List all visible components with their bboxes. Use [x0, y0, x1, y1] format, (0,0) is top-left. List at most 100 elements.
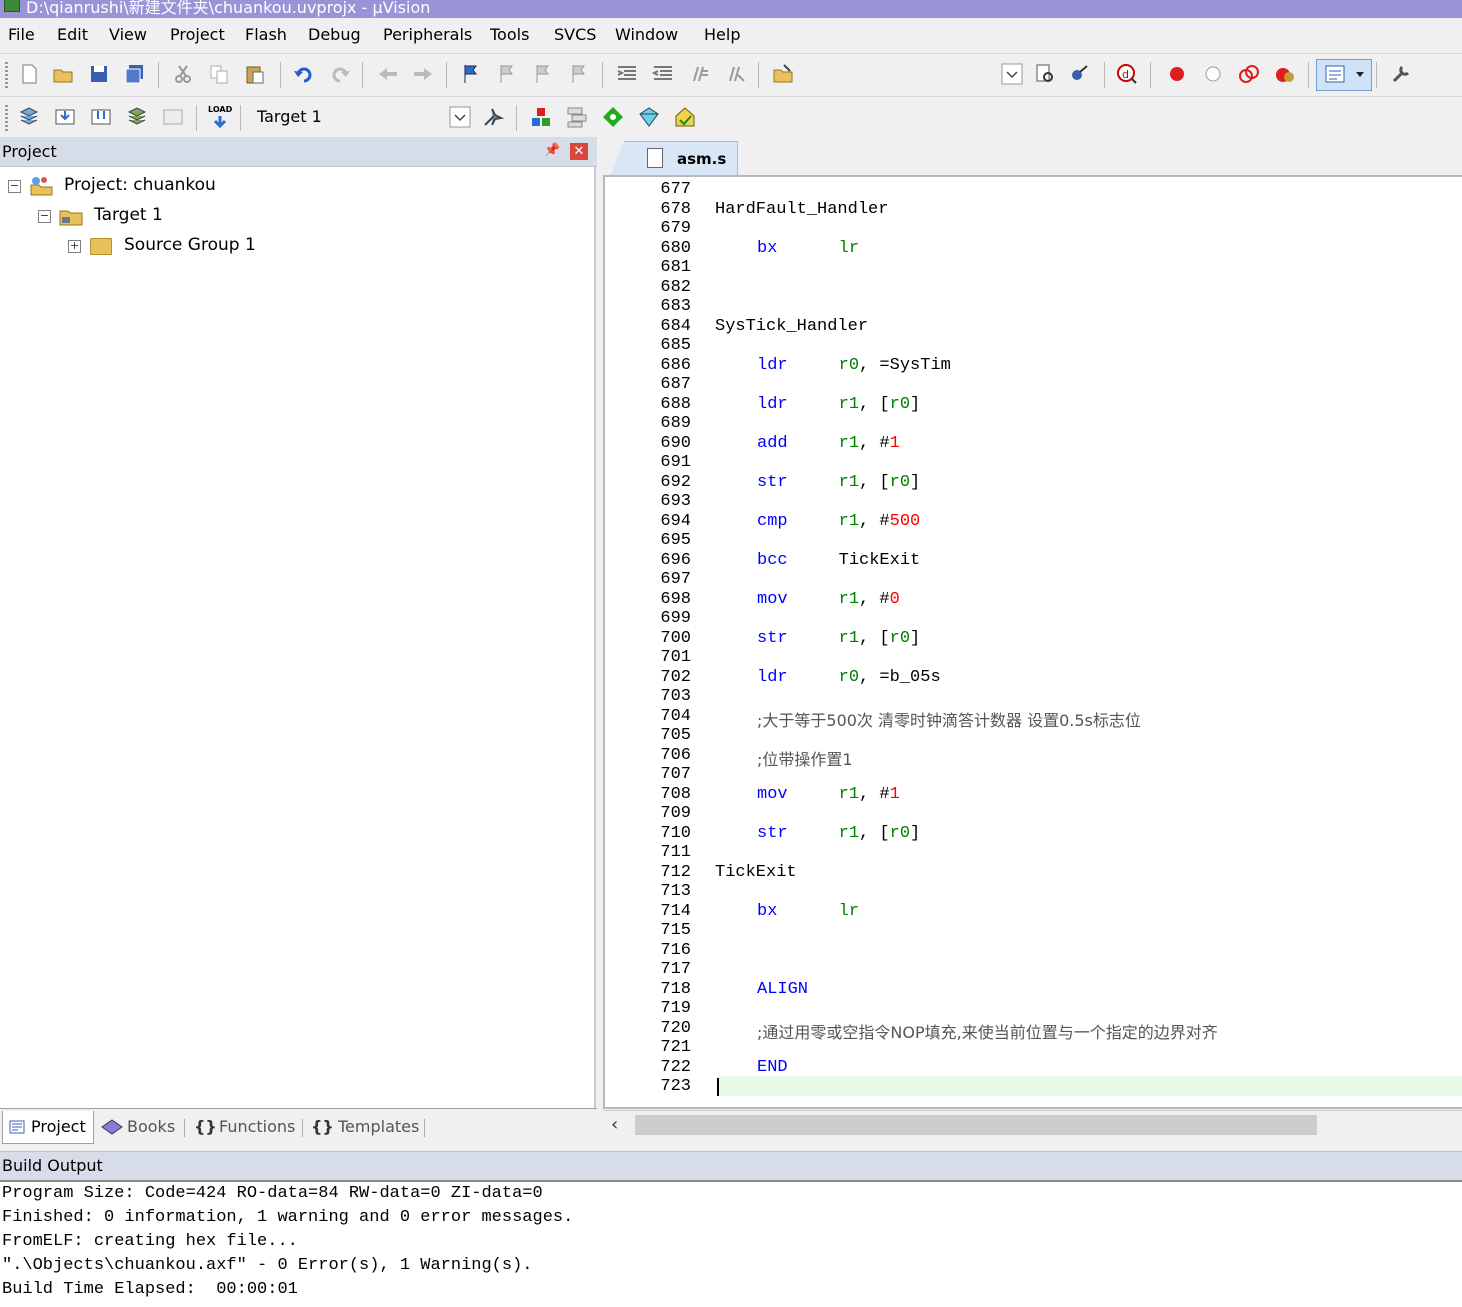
- code-editor[interactable]: 677 678 HardFault_Handler 679 680 bx lr 681 682…: [603, 175, 1462, 1109]
- scrollbar-thumb[interactable]: [635, 1115, 1317, 1135]
- functions-icon[interactable]: {}: [194, 1117, 217, 1136]
- code-line: 698 mov r1, #0: [605, 590, 1462, 610]
- code-token: r1: [787, 823, 860, 843]
- collapse-toggle-icon[interactable]: −: [38, 210, 51, 223]
- pack-installer-icon[interactable]: [638, 106, 660, 128]
- manage-project-items-icon[interactable]: [530, 106, 552, 128]
- build-output-console[interactable]: Program Size: Code=424 RO-data=84 RW-dat…: [0, 1182, 1462, 1307]
- menu-help[interactable]: Help: [704, 25, 740, 44]
- code-line: 699: [605, 609, 1462, 629]
- close-icon[interactable]: ✕: [570, 143, 588, 160]
- menu-peripherals[interactable]: Peripherals: [383, 25, 472, 44]
- line-number: 696: [660, 550, 691, 570]
- code-token: ]: [910, 628, 921, 648]
- code-text: bx lr: [757, 902, 859, 921]
- next-bookmark-icon[interactable]: [532, 63, 554, 85]
- menu-flash[interactable]: Flash: [245, 25, 287, 44]
- toolbar-separator: [1150, 62, 1151, 88]
- project-icon: [9, 1120, 25, 1134]
- pack-update-icon[interactable]: [674, 106, 696, 128]
- editor-horizontal-scrollbar[interactable]: ‹: [603, 1110, 1462, 1139]
- target-dropdown-icon[interactable]: [448, 106, 472, 128]
- save-icon[interactable]: [88, 63, 110, 85]
- rebuild-icon[interactable]: [90, 106, 112, 128]
- paste-icon[interactable]: [244, 63, 266, 85]
- target-select[interactable]: Target 1: [257, 107, 322, 126]
- build-icon[interactable]: [54, 106, 76, 128]
- tree-item-source-group[interactable]: + Source Group 1: [68, 235, 368, 259]
- navigate-forward-icon[interactable]: [412, 63, 434, 85]
- templates-icon[interactable]: {}: [311, 1117, 334, 1136]
- code-token: 500: [889, 511, 921, 531]
- undo-icon[interactable]: [292, 63, 314, 85]
- breakpoint-insert-icon[interactable]: [1166, 63, 1188, 85]
- menu-window[interactable]: Window: [615, 25, 678, 44]
- indent-icon[interactable]: [616, 63, 638, 85]
- code-line: 719: [605, 999, 1462, 1019]
- redo-icon[interactable]: [330, 63, 352, 85]
- uncomment-icon[interactable]: [724, 63, 746, 85]
- open-folder-icon[interactable]: [52, 63, 74, 85]
- comment-icon[interactable]: [688, 63, 710, 85]
- find-in-files-icon[interactable]: [772, 63, 794, 85]
- code-token: 1: [889, 784, 900, 804]
- debug-session-icon[interactable]: d: [1116, 63, 1138, 85]
- code-token: ldr: [757, 394, 788, 414]
- line-number: 701: [660, 648, 691, 667]
- find-icon[interactable]: [1034, 63, 1056, 85]
- save-all-icon[interactable]: [124, 63, 146, 85]
- menu-edit[interactable]: Edit: [57, 25, 88, 44]
- scroll-left-icon[interactable]: ‹: [611, 1114, 618, 1135]
- manage-rte-icon[interactable]: [602, 106, 624, 128]
- navigate-back-icon[interactable]: [377, 63, 399, 85]
- bookmark-icon[interactable]: [460, 63, 482, 85]
- text-caret: [717, 1078, 719, 1096]
- find-combo-dropdown-icon[interactable]: [1000, 63, 1024, 85]
- code-text: bx lr: [757, 239, 859, 258]
- books-icon[interactable]: [100, 1117, 124, 1137]
- batch-build-icon[interactable]: [126, 106, 148, 128]
- incremental-find-icon[interactable]: [1068, 63, 1090, 85]
- clear-bookmarks-icon[interactable]: [568, 63, 590, 85]
- window-layout-button[interactable]: [1316, 59, 1372, 91]
- prev-bookmark-icon[interactable]: [496, 63, 518, 85]
- menu-debug[interactable]: Debug: [308, 25, 361, 44]
- code-text: mov r1, #0: [757, 590, 900, 609]
- target-options-icon[interactable]: [482, 106, 504, 128]
- copy-icon[interactable]: [208, 63, 230, 85]
- cut-icon[interactable]: [172, 63, 194, 85]
- expand-toggle-icon[interactable]: +: [68, 240, 81, 253]
- code-line: 683: [605, 297, 1462, 317]
- collapse-toggle-icon[interactable]: −: [8, 180, 21, 193]
- line-number: 704: [660, 706, 691, 726]
- select-packs-icon[interactable]: [566, 106, 588, 128]
- toolbar-grip[interactable]: [5, 62, 8, 90]
- menu-project[interactable]: Project: [170, 25, 225, 44]
- tab-functions[interactable]: Functions: [219, 1117, 295, 1136]
- tree-item-target[interactable]: − Target 1: [38, 205, 338, 229]
- tab-project[interactable]: Project: [2, 1111, 94, 1144]
- code-line: 703: [605, 687, 1462, 707]
- breakpoint-kill-all-icon[interactable]: [1274, 63, 1296, 85]
- tab-templates[interactable]: Templates: [338, 1117, 419, 1136]
- pin-icon[interactable]: 📌: [544, 143, 560, 159]
- menu-file[interactable]: File: [8, 25, 35, 44]
- toolbar-grip[interactable]: [5, 105, 8, 133]
- configure-wrench-icon[interactable]: [1390, 63, 1412, 85]
- unindent-icon[interactable]: [652, 63, 674, 85]
- line-number: 700: [660, 628, 691, 648]
- translate-icon[interactable]: [18, 106, 40, 128]
- menu-tools[interactable]: Tools: [490, 25, 529, 44]
- new-file-icon[interactable]: [18, 63, 40, 85]
- breakpoint-disable-all-icon[interactable]: [1238, 63, 1260, 85]
- tab-books[interactable]: Books: [127, 1117, 175, 1136]
- code-line: 696 bcc TickExit: [605, 551, 1462, 571]
- code-token: r0: [787, 667, 860, 687]
- menu-svcs[interactable]: SVCS: [554, 25, 596, 44]
- breakpoint-enable-icon[interactable]: [1202, 63, 1224, 85]
- tab-asm-s[interactable]: asm.s: [610, 141, 738, 176]
- menu-view[interactable]: View: [109, 25, 147, 44]
- tree-item-project[interactable]: − Project: chuankou: [8, 175, 308, 199]
- download-load-button[interactable]: LOAD: [208, 105, 232, 131]
- stop-build-icon[interactable]: [162, 106, 184, 128]
